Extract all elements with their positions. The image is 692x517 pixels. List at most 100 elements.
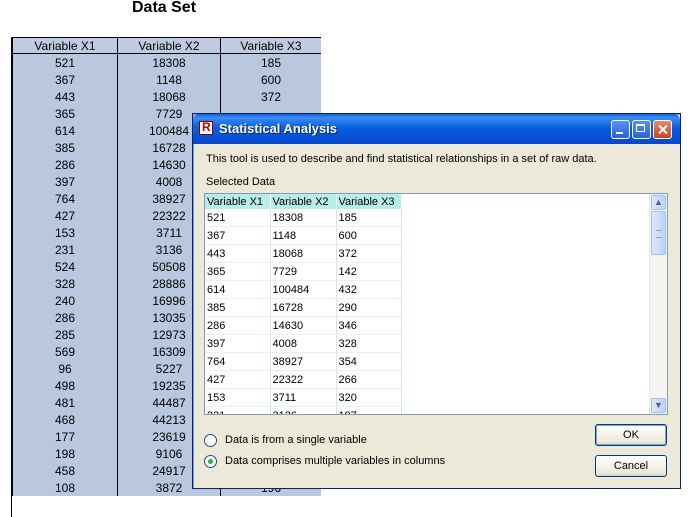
grid-cell[interactable]: 764 [205, 352, 271, 371]
grid-cell[interactable]: 3711 [270, 388, 337, 407]
dialog-titlebar[interactable]: Statistical Analysis [193, 114, 680, 144]
scroll-up-button[interactable]: ▲ [651, 195, 666, 210]
grid-cell[interactable]: 521 [205, 209, 271, 227]
scroll-thumb[interactable] [651, 211, 666, 255]
grid-cell[interactable]: 346 [336, 316, 402, 335]
grid-column-header[interactable]: Variable X2 [270, 194, 337, 209]
grid-cell[interactable]: 600 [336, 226, 402, 245]
spreadsheet-cell[interactable]: 372 [220, 88, 321, 105]
grid-cell[interactable]: 328 [336, 334, 402, 353]
grid-cell[interactable]: 231 [205, 406, 271, 414]
grid-cell[interactable]: 4008 [270, 334, 337, 353]
grid-cell[interactable]: 153 [205, 388, 271, 407]
grid-cell[interactable]: 354 [336, 352, 402, 371]
spreadsheet-cell[interactable]: 524 [12, 258, 118, 275]
spreadsheet-cell[interactable]: 600 [220, 71, 321, 88]
spreadsheet-cell[interactable]: 177 [12, 428, 118, 445]
spreadsheet-cell[interactable]: 328 [12, 275, 118, 292]
grid-column-header[interactable]: Variable X1 [205, 194, 271, 209]
multiple-variables-radio[interactable] [204, 455, 217, 468]
spreadsheet-cell[interactable]: 468 [12, 411, 118, 428]
grid-cell[interactable]: 286 [205, 316, 271, 335]
spreadsheet-cell[interactable]: 185 [220, 53, 321, 71]
scroll-down-button[interactable]: ▼ [651, 398, 666, 413]
spreadsheet-cell[interactable]: 96 [12, 360, 118, 377]
spreadsheet-cell[interactable]: 498 [12, 377, 118, 394]
single-variable-radio[interactable] [204, 434, 217, 447]
spreadsheet-cell[interactable]: 286 [12, 156, 118, 173]
grid-cell[interactable]: 365 [205, 262, 271, 281]
grid-cell[interactable]: 142 [336, 262, 402, 281]
grid-cell[interactable]: 614 [205, 280, 271, 299]
spreadsheet-cell[interactable]: 521 [12, 53, 118, 71]
grid-row[interactable]: 397 4008 328 [205, 334, 402, 353]
grid-cell[interactable]: 427 [205, 370, 271, 389]
grid-cell[interactable]: 443 [205, 244, 271, 263]
spreadsheet-cell[interactable]: 108 [12, 479, 118, 496]
spreadsheet-cell[interactable]: 240 [12, 292, 118, 309]
grid-row[interactable]: 521 18308 185 [205, 209, 402, 227]
spreadsheet-cell[interactable]: 18068 [117, 88, 221, 105]
grid-cell[interactable]: 197 [336, 406, 402, 414]
grid-cell[interactable]: 3136 [270, 406, 337, 414]
grid-cell[interactable]: 18068 [270, 244, 337, 263]
ok-button[interactable]: OK [595, 424, 667, 446]
grid-row[interactable]: 385 16728 290 [205, 298, 402, 317]
spreadsheet-cell[interactable]: 385 [12, 139, 118, 156]
column-header[interactable]: Variable X3 [220, 37, 321, 54]
grid-cell[interactable]: 266 [336, 370, 402, 389]
grid-cell[interactable]: 100484 [270, 280, 337, 299]
grid-cell[interactable]: 432 [336, 280, 402, 299]
grid-cell[interactable]: 367 [205, 226, 271, 245]
maximize-button[interactable] [632, 120, 651, 139]
grid-cell[interactable]: 372 [336, 244, 402, 263]
grid-row[interactable]: 286 14630 346 [205, 316, 402, 335]
grid-row[interactable]: 2313136197 [205, 406, 402, 414]
spreadsheet-cell[interactable]: 481 [12, 394, 118, 411]
grid-cell[interactable]: 18308 [270, 209, 337, 227]
cancel-button[interactable]: Cancel [595, 455, 667, 477]
grid-row[interactable]: 367 1148 600 [205, 226, 402, 245]
grid-cell[interactable]: 22322 [270, 370, 337, 389]
grid-cell[interactable]: 320 [336, 388, 402, 407]
spreadsheet-cell[interactable]: 367 [12, 71, 118, 88]
spreadsheet-cell[interactable]: 153 [12, 224, 118, 241]
grid-row[interactable]: 614 100484 432 [205, 280, 402, 299]
grid-row[interactable]: 153 3711 320 [205, 388, 402, 407]
grid-row[interactable]: 443 18068 372 [205, 244, 402, 263]
spreadsheet-cell[interactable]: 397 [12, 173, 118, 190]
spreadsheet-cell[interactable]: 569 [12, 343, 118, 360]
grid-column-header[interactable]: Variable X3 [336, 194, 402, 209]
spreadsheet-cell[interactable]: 285 [12, 326, 118, 343]
grid-cell[interactable]: 1148 [270, 226, 337, 245]
spreadsheet-cell[interactable]: 18308 [117, 53, 221, 71]
spreadsheet-cell[interactable]: 443 [12, 88, 118, 105]
spreadsheet-cell[interactable]: 198 [12, 445, 118, 462]
grid-cell[interactable]: 38927 [270, 352, 337, 371]
grid-cell[interactable]: 7729 [270, 262, 337, 281]
grid-cell[interactable]: 16728 [270, 298, 337, 317]
column-header[interactable]: Variable X2 [117, 37, 221, 54]
spreadsheet-cell[interactable]: 231 [12, 241, 118, 258]
grid-cell[interactable]: 385 [205, 298, 271, 317]
column-header[interactable]: Variable X1 [12, 37, 118, 54]
grid-cell[interactable]: 290 [336, 298, 402, 317]
spreadsheet-cell[interactable]: 365 [12, 105, 118, 122]
spreadsheet-cell[interactable]: 1148 [117, 71, 221, 88]
grid-cell[interactable]: 397 [205, 334, 271, 353]
spreadsheet-cell[interactable]: 286 [12, 309, 118, 326]
spreadsheet-cell[interactable]: 427 [12, 207, 118, 224]
close-button[interactable] [653, 120, 672, 139]
grid-row[interactable]: 365 7729 142 [205, 262, 402, 281]
grid-row[interactable]: 764 38927 354 [205, 352, 402, 371]
spreadsheet-cell[interactable]: 764 [12, 190, 118, 207]
grid-cell[interactable]: 14630 [270, 316, 337, 335]
multiple-variables-label[interactable]: Data comprises multiple variables in col… [225, 455, 445, 467]
grid-cell[interactable]: 185 [336, 209, 402, 227]
vertical-scrollbar[interactable]: ▲ ▼ [649, 194, 667, 414]
selected-data-grid[interactable]: Variable X1 Variable X2 Variable X3 521 1… [204, 193, 668, 415]
grid-row[interactable]: 427 22322 266 [205, 370, 402, 389]
spreadsheet-cell[interactable]: 458 [12, 462, 118, 479]
minimize-button[interactable] [611, 120, 630, 139]
spreadsheet-cell[interactable]: 614 [12, 122, 118, 139]
